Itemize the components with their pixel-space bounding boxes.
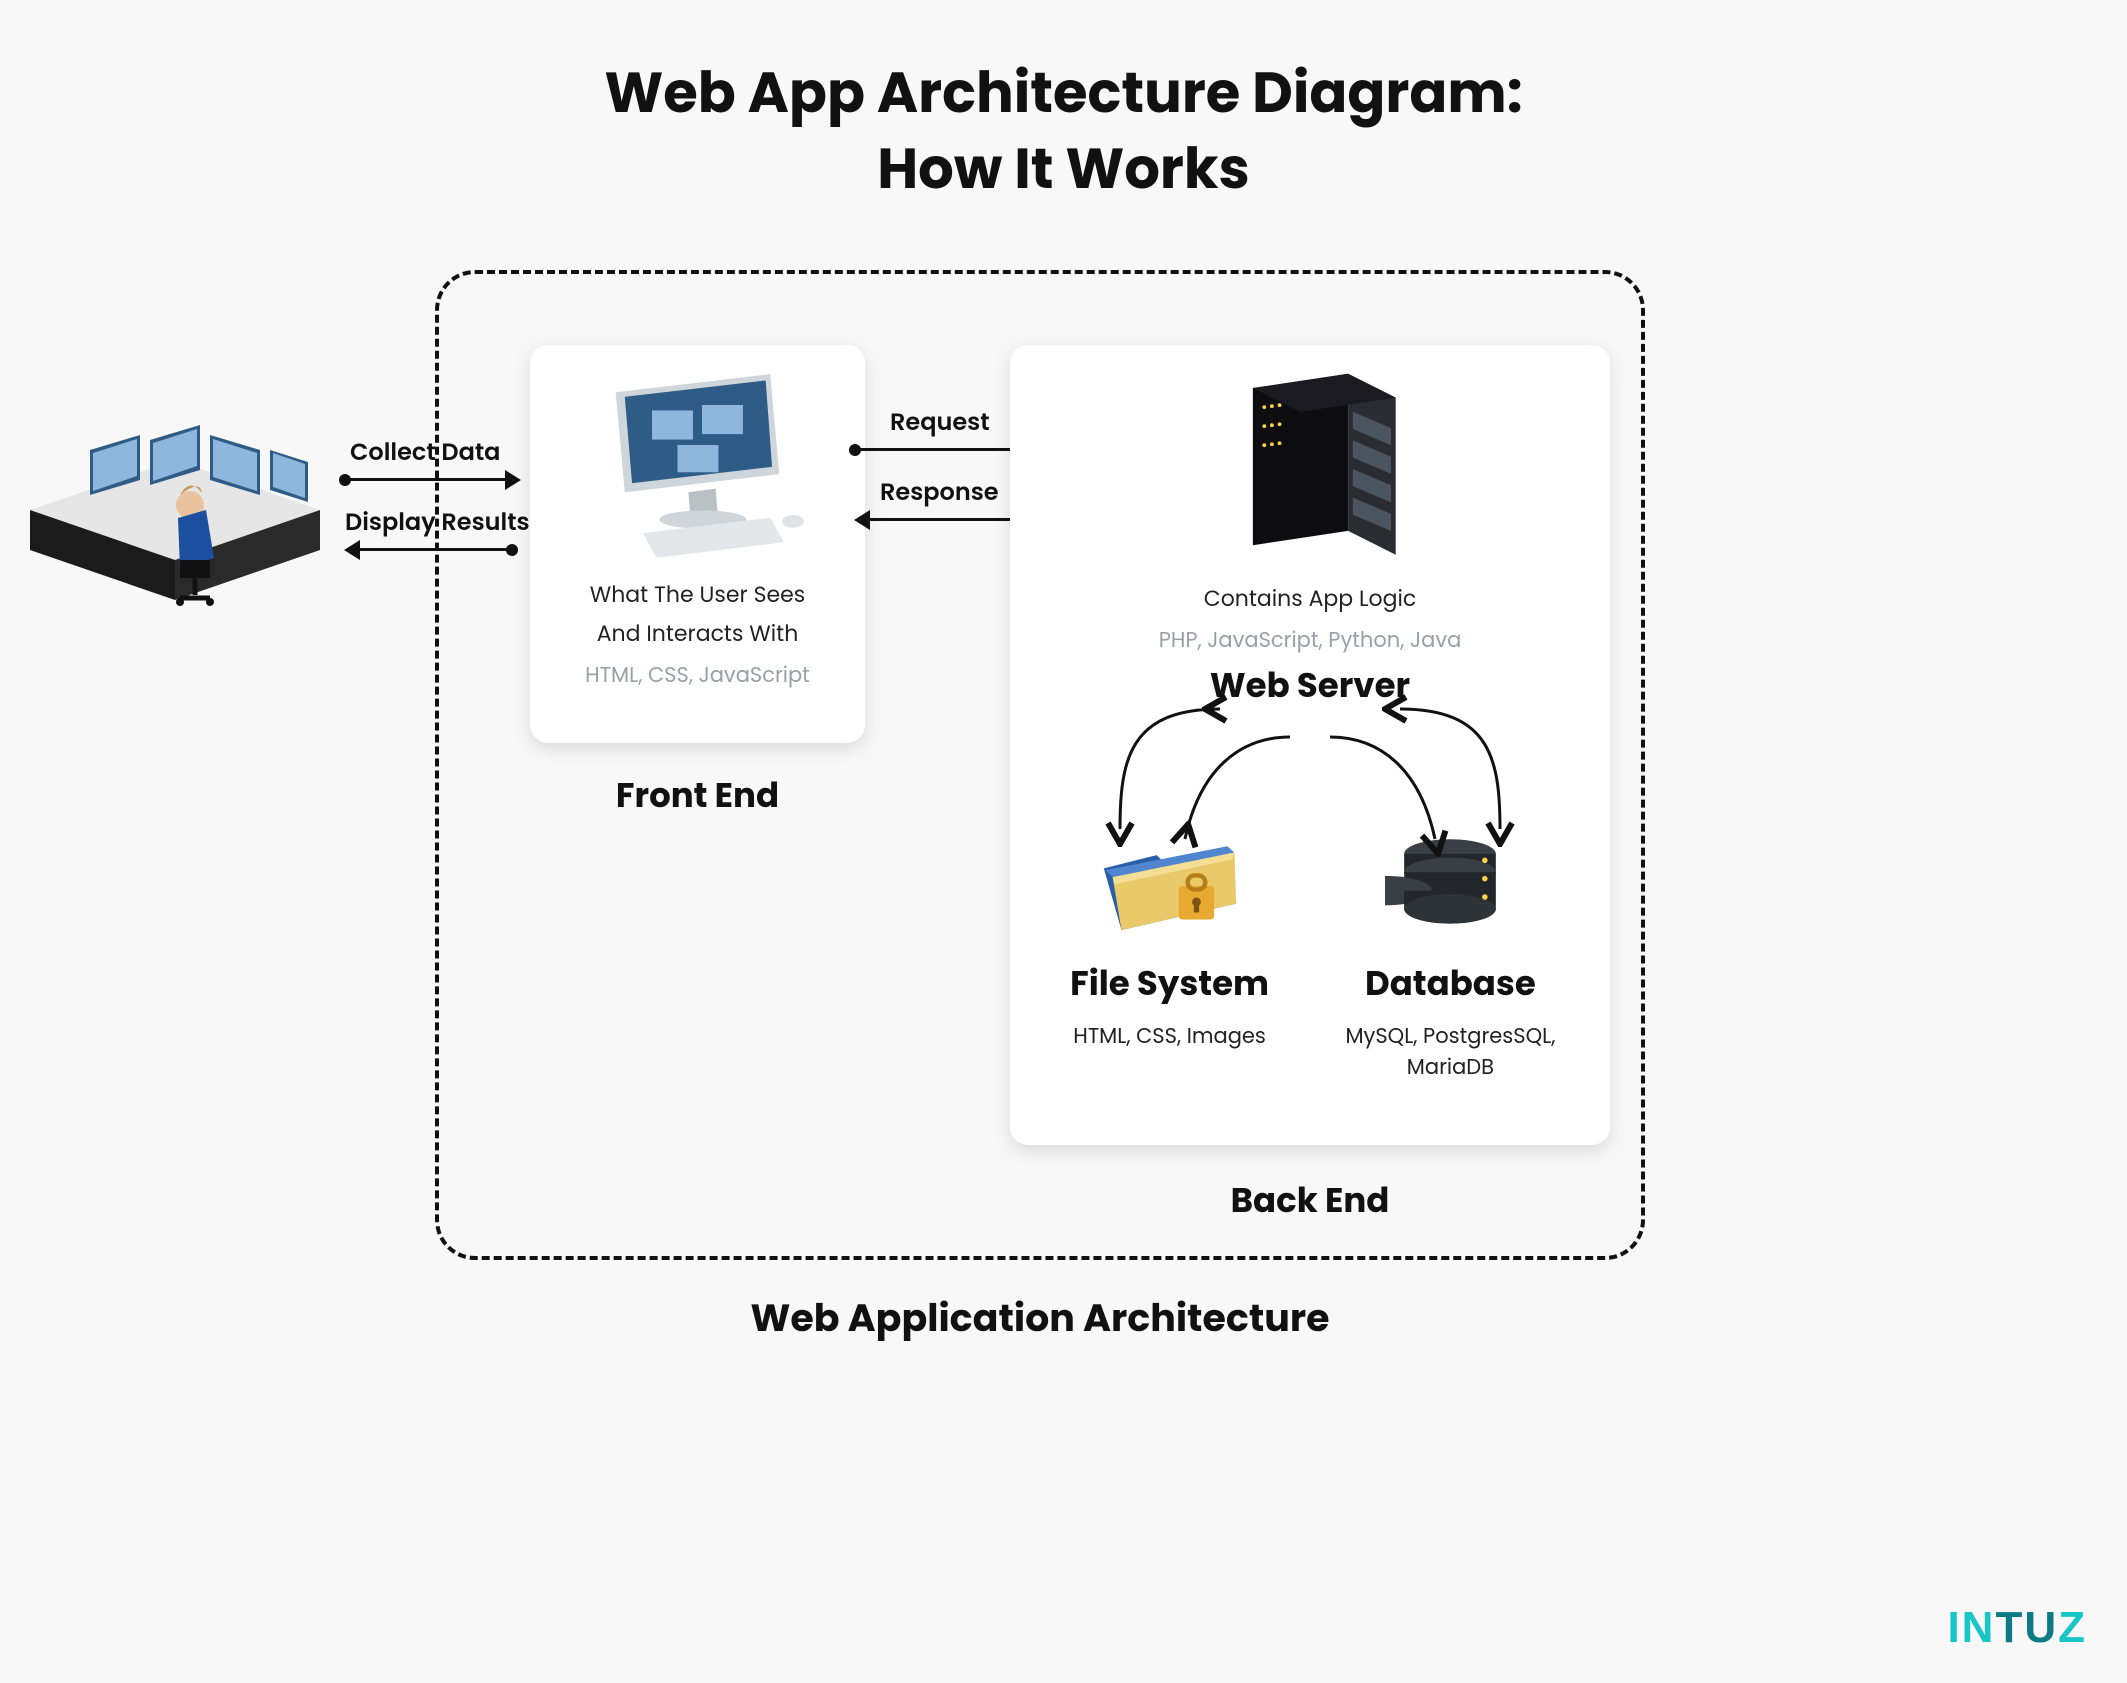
arrow-line — [855, 448, 1025, 451]
arrowhead-left-icon — [854, 510, 870, 530]
arrowhead-right-icon — [505, 470, 521, 490]
arrowhead-left-icon — [344, 540, 360, 560]
desktop-computer-icon — [550, 365, 845, 572]
arrow-line — [360, 548, 510, 551]
frontend-card: What The User Sees And Interacts With HT… — [530, 345, 865, 743]
title-line-2: How It Works — [0, 131, 2127, 207]
filesystem-tech: HTML, CSS, Images — [1040, 1021, 1299, 1052]
webserver-desc: Contains App Logic — [1034, 582, 1586, 615]
architecture-caption: Web Application Architecture — [435, 1290, 1645, 1347]
arrow-label-request: Request — [890, 405, 990, 440]
frontend-tech: HTML, CSS, JavaScript — [550, 660, 845, 691]
arrow-label-display-results: Display Results — [345, 505, 530, 540]
arrow-label-collect-data: Collect Data — [350, 435, 500, 470]
arrow-label-response: Response — [880, 475, 999, 510]
server-rack-icon — [1034, 369, 1586, 576]
database-tech: MySQL, PostgresSQL, MariaDB — [1340, 1021, 1560, 1083]
frontend-desc-line1: What The User Sees — [550, 578, 845, 611]
diagram-title: Web App Architecture Diagram: How It Wor… — [0, 55, 2127, 206]
database-title: Database — [1321, 958, 1580, 1009]
filesystem-title: File System — [1040, 958, 1299, 1009]
frontend-section-label: Front End — [530, 770, 865, 821]
title-line-1: Web App Architecture Diagram: — [0, 55, 2127, 131]
brand-logo: INTUZ — [1947, 1603, 2087, 1653]
arrow-line — [345, 478, 505, 481]
arrow-line — [870, 518, 1030, 521]
backend-section-label: Back End — [1010, 1175, 1610, 1226]
backend-card: Contains App Logic PHP, JavaScript, Pyth… — [1010, 345, 1610, 1145]
user-workstation-icon — [30, 390, 320, 610]
arrow-dot — [506, 544, 518, 556]
frontend-desc-line2: And Interacts With — [550, 617, 845, 650]
webserver-tech: PHP, JavaScript, Python, Java — [1034, 625, 1586, 656]
